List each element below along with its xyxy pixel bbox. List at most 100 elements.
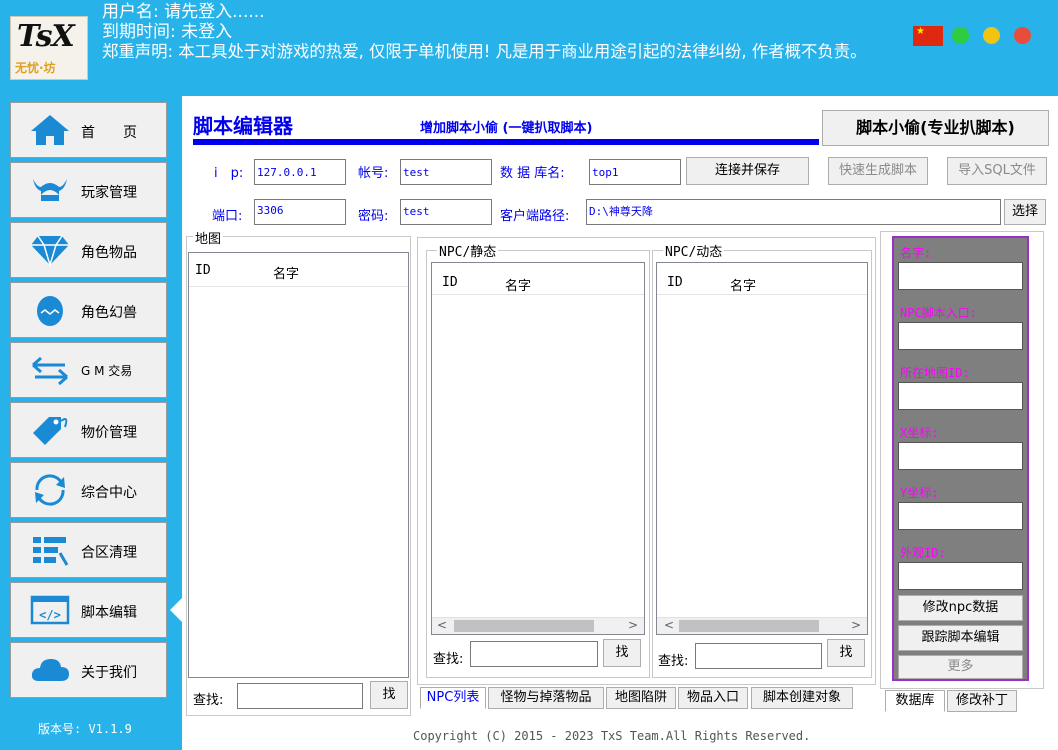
client-path-label: 客户端路径: [500, 209, 570, 224]
diamond-icon [31, 235, 69, 267]
column-header-name[interactable]: 名字 [730, 275, 756, 294]
sidebar-item-center[interactable]: 综合中心 [10, 462, 167, 518]
npc-y-input[interactable] [898, 502, 1023, 530]
home-icon [31, 115, 69, 145]
map-search-button[interactable]: 找 [370, 681, 408, 709]
column-header-name[interactable]: 名字 [273, 263, 299, 282]
npc-y-label: Y坐标: [900, 486, 939, 500]
sidebar-item-script-edit[interactable]: </> 脚本编辑 [10, 582, 167, 638]
npc-static-search-input[interactable] [470, 641, 598, 667]
sidebar-item-about[interactable]: 关于我们 [10, 642, 167, 698]
more-button[interactable]: 更多 [898, 655, 1023, 679]
copyright-text: Copyright (C) 2015 - 2023 TxS Team.All R… [413, 729, 811, 743]
sidebar-item-label: 关于我们 [81, 665, 137, 681]
ip-input[interactable]: 127.0.0.1 [254, 159, 346, 185]
npc-script-entry-input[interactable] [898, 322, 1023, 350]
svg-text:</>: </> [39, 608, 61, 622]
code-icon: </> [30, 595, 70, 625]
tab-database[interactable]: 数据库 [885, 690, 945, 712]
client-path-input[interactable]: D:\神尊天降 [586, 199, 1001, 225]
npc-detail-panel: 名字: NPC脚本入口: 所在地图ID: X坐标: Y坐标: 外观ID: 修改n… [892, 236, 1029, 681]
logo-subtext: 无忧·坊 [15, 61, 56, 75]
sidebar-item-label: G M 交易 [81, 364, 133, 378]
scroll-right-icon[interactable]: > [851, 618, 861, 632]
npc-static-list[interactable]: ID 名字 < > [431, 262, 645, 635]
npc-static-search-label: 查找: [433, 652, 464, 667]
database-label: 数 据 库名: [500, 166, 565, 181]
cloud-icon [31, 659, 69, 681]
map-search-input[interactable] [237, 683, 363, 709]
choose-path-button[interactable]: 选择 [1004, 199, 1046, 225]
npc-script-entry-label: NPC脚本入口: [900, 306, 977, 320]
npc-appearance-input[interactable] [898, 562, 1023, 590]
tab-monster-drops[interactable]: 怪物与掉落物品 [488, 687, 604, 709]
npc-static-search-button[interactable]: 找 [603, 639, 641, 667]
horizontal-scrollbar[interactable]: < > [657, 617, 867, 634]
sidebar-item-char-items[interactable]: 角色物品 [10, 222, 167, 278]
port-input[interactable]: 3306 [254, 199, 346, 225]
npc-dynamic-search-label: 查找: [658, 654, 689, 669]
sidebar-item-label: 物价管理 [81, 425, 137, 441]
quick-generate-button[interactable]: 快速生成脚本 [828, 157, 928, 185]
tab-script-create-object[interactable]: 脚本创建对象 [751, 687, 853, 709]
sidebar-item-gm-trade[interactable]: G M 交易 [10, 342, 167, 398]
sidebar-item-char-pets[interactable]: 角色幻兽 [10, 282, 167, 338]
title-underline [193, 139, 819, 145]
ip-label: i p: [214, 166, 244, 181]
import-sql-button[interactable]: 导入SQL文件 [947, 157, 1047, 185]
column-header-name[interactable]: 名字 [505, 275, 531, 294]
npc-dynamic-list[interactable]: ID 名字 < > [656, 262, 868, 635]
username-line: 用户名: 请先登入...... [102, 2, 265, 22]
modify-npc-button[interactable]: 修改npc数据 [898, 595, 1023, 621]
database-input[interactable]: top1 [589, 159, 681, 185]
green-dot-icon[interactable] [952, 27, 969, 44]
npc-dynamic-search-input[interactable] [695, 643, 822, 669]
npc-map-id-label: 所在地图ID: [900, 366, 970, 380]
sidebar-item-label: 角色幻兽 [81, 305, 137, 321]
npc-static-title: NPC/静态 [437, 241, 499, 260]
header-divider [432, 294, 644, 295]
sidebar-item-label: 玩家管理 [81, 185, 137, 201]
sidebar-item-home[interactable]: 首 页 [10, 102, 167, 158]
npc-x-input[interactable] [898, 442, 1023, 470]
scroll-left-icon[interactable]: < [437, 618, 447, 632]
page-title: 脚本编辑器 [193, 114, 293, 138]
scroll-thumb[interactable] [679, 620, 819, 632]
column-header-id[interactable]: ID [442, 275, 458, 290]
connect-save-button[interactable]: 连接并保存 [686, 157, 809, 185]
password-label: 密码: [358, 209, 389, 224]
tab-npc-list[interactable]: NPC列表 [420, 687, 486, 709]
horizontal-scrollbar[interactable]: < > [432, 617, 644, 634]
npc-dynamic-search-button[interactable]: 找 [827, 639, 865, 667]
script-thief-button[interactable]: 脚本小偷(专业扒脚本) [822, 110, 1049, 146]
disclaimer-line: 郑重声明: 本工具处于对游戏的热爱, 仅限于单机使用! 凡是用于商业用途引起的法… [102, 42, 867, 61]
column-header-id[interactable]: ID [195, 263, 211, 278]
scroll-thumb[interactable] [454, 620, 594, 632]
npc-appearance-label: 外观ID: [900, 546, 946, 560]
close-dot-icon[interactable] [1014, 27, 1031, 44]
china-flag-icon[interactable]: ★ [913, 26, 943, 46]
scroll-right-icon[interactable]: > [628, 618, 638, 632]
account-input[interactable]: test [400, 159, 492, 185]
sidebar-item-merge-clean[interactable]: 合区清理 [10, 522, 167, 578]
column-header-id[interactable]: ID [667, 275, 683, 290]
tab-map-traps[interactable]: 地图陷阱 [606, 687, 676, 709]
trace-script-button[interactable]: 跟踪脚本编辑 [898, 625, 1023, 651]
scroll-left-icon[interactable]: < [664, 618, 674, 632]
price-tag-icon [33, 417, 68, 445]
script-thief-link[interactable]: 增加脚本小偷 (一键扒取脚本) [420, 117, 592, 136]
map-search-label: 查找: [193, 693, 224, 708]
npc-name-input[interactable] [898, 262, 1023, 290]
tab-modify-patch[interactable]: 修改补丁 [947, 690, 1017, 712]
version-label: 版本号: V1.1.9 [38, 722, 132, 736]
npc-map-id-input[interactable] [898, 382, 1023, 410]
npc-name-label: 名字: [900, 246, 932, 260]
exchange-arrows-icon [32, 356, 68, 386]
tab-item-entry[interactable]: 物品入口 [678, 687, 748, 709]
egg-creature-icon [37, 296, 63, 326]
minimize-dot-icon[interactable] [983, 27, 1000, 44]
password-input[interactable]: test [400, 199, 492, 225]
sidebar-item-price[interactable]: 物价管理 [10, 402, 167, 458]
map-list[interactable]: ID 名字 [188, 252, 409, 678]
sidebar-item-players[interactable]: 玩家管理 [10, 162, 167, 218]
